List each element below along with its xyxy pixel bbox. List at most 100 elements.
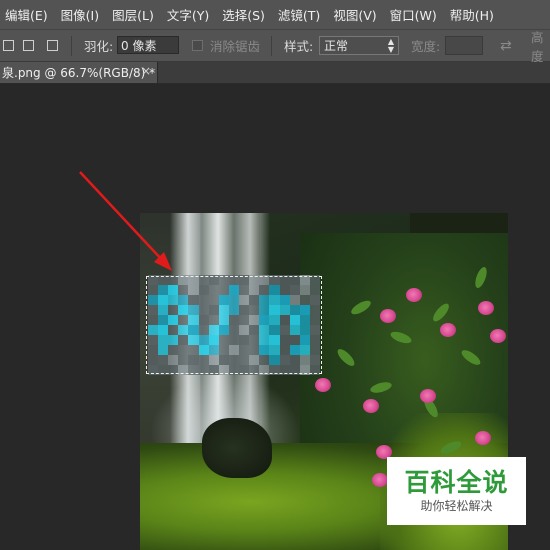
mosaic-block [299,275,310,285]
swap-dimensions-icon[interactable]: ⇄ [500,30,512,61]
mosaic-block [299,295,310,305]
mosaic-block [239,365,250,375]
mosaic-block [158,365,169,375]
mosaic-block [249,345,260,355]
mosaic-block [188,325,199,335]
menu-view[interactable]: 视图(V) [328,5,384,24]
mosaic-block [309,315,320,325]
menu-help[interactable]: 帮助(H) [445,5,502,24]
width-input[interactable] [445,36,483,55]
mosaic-block [168,335,179,345]
mosaic-block [269,285,280,295]
mosaic-block [228,355,240,365]
subtract-selection-icon[interactable] [44,30,60,61]
antialias-label: 消除锯齿 [210,39,261,54]
mosaic-block [158,345,169,355]
mosaic-block [269,345,280,355]
mosaic-block [158,325,169,335]
mosaic-block [259,365,270,375]
mosaic-block [259,355,270,365]
document-tab[interactable]: 泉.png @ 66.7%(RGB/8) * × [0,62,158,83]
pink-flower [380,309,396,323]
mosaic-pixelated-text [148,275,320,375]
mosaic-block [259,345,270,355]
mosaic-block [178,305,189,315]
menu-type[interactable]: 文字(Y) [162,5,217,24]
mosaic-block [178,275,189,285]
mosaic-block [198,345,209,355]
mosaic-block [299,355,310,365]
mosaic-block [249,305,260,315]
mosaic-block [168,315,179,325]
mosaic-block [239,275,250,285]
mosaic-block [208,315,219,325]
mosaic-block [269,305,280,315]
mosaic-block [158,295,169,305]
mosaic-block [208,275,219,285]
mosaic-block [218,315,229,325]
mosaic-block [228,305,240,315]
mosaic-block [269,325,280,335]
mosaic-block [188,305,199,315]
mosaic-block [158,285,169,295]
menu-image[interactable]: 图像(I) [56,5,107,24]
mosaic-block [168,275,179,285]
mosaic-block [259,325,270,335]
add-to-selection-icon[interactable] [20,30,36,61]
menu-edit[interactable]: 编辑(E) [0,5,56,24]
mosaic-block [218,275,229,285]
mosaic-block [249,295,260,305]
mosaic-block [218,325,229,335]
mosaic-block [279,355,290,365]
new-selection-icon[interactable] [0,30,16,61]
mosaic-block [249,355,260,365]
mosaic-block [158,315,169,325]
mosaic-block [228,335,240,345]
pink-flower [478,301,494,315]
pink-flower [372,473,388,487]
mosaic-block [218,285,229,295]
mosaic-block [289,295,300,305]
mosaic-block [269,365,280,375]
antialias-checkbox[interactable] [192,40,203,51]
mosaic-block [228,365,240,375]
mosaic-block [208,285,219,295]
close-icon[interactable]: × [141,64,151,78]
mosaic-block [239,345,250,355]
mosaic-block [198,285,209,295]
style-select[interactable]: 正常 ▲ ▼ [319,36,399,55]
mosaic-block [188,355,199,365]
mosaic-block [228,345,240,355]
mosaic-block [218,295,229,305]
feather-input[interactable]: 0 像素 [117,36,179,54]
mosaic-block [269,315,280,325]
menu-filter[interactable]: 滤镜(T) [273,5,328,24]
mosaic-block [178,325,189,335]
mosaic-block [198,335,209,345]
mosaic-block [299,315,310,325]
mosaic-block [279,305,290,315]
mosaic-block [309,355,320,365]
mosaic-block [168,325,179,335]
mosaic-block [259,305,270,315]
mosaic-block [279,275,290,285]
mosaic-block [269,275,280,285]
mosaic-block [218,335,229,345]
menu-layer[interactable]: 图层(L) [107,5,162,24]
mosaic-block [178,295,189,305]
watermark-subtitle: 助你轻松解决 [420,499,493,513]
mosaic-block [198,275,209,285]
mosaic-block [279,295,290,305]
mosaic-block [269,355,280,365]
mosaic-block [279,285,290,295]
menu-select[interactable]: 选择(S) [217,5,273,24]
mosaic-block [239,355,250,365]
mosaic-block [178,365,189,375]
mosaic-block [198,305,209,315]
mosaic-block [228,325,240,335]
menu-window[interactable]: 窗口(W) [385,5,445,24]
mosaic-block [309,335,320,345]
width-label: 宽度: [411,39,441,54]
mosaic-block [188,285,199,295]
mosaic-block [239,305,250,315]
